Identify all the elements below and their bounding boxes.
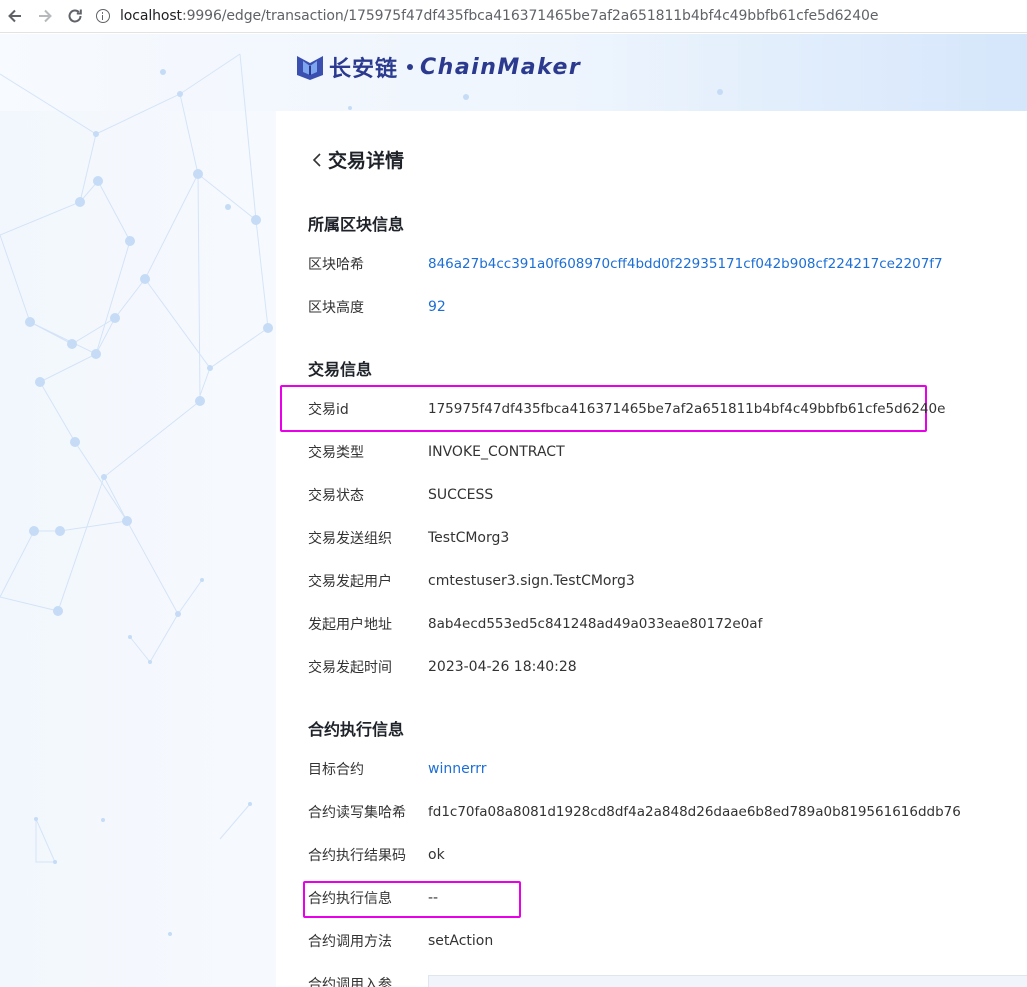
page-title: 交易详情 <box>328 150 405 172</box>
label-params: 合约调用入参 <box>308 977 392 987</box>
section-title-block: 所属区块信息 <box>308 215 405 234</box>
label-method: 合约调用方法 <box>308 934 392 950</box>
transaction-detail-card: 交易详情 所属区块信息 区块哈希 846a27b4cc391a0f608970c… <box>276 111 1027 987</box>
highlight-box-method <box>303 881 521 918</box>
row-tx-type: 交易类型 INVOKE_CONTRACT <box>308 442 565 462</box>
row-params: 合约调用入参 <box>308 974 428 987</box>
brand-name-cn: 长安链 <box>329 57 399 82</box>
row-tx-user: 交易发起用户 cmtestuser3.sign.TestCMorg3 <box>308 571 635 591</box>
link-target-contract[interactable]: winnerrr <box>428 761 486 777</box>
chainmaker-logo[interactable]: 长安链 ChainMaker <box>295 51 581 83</box>
link-block-height[interactable]: 92 <box>428 299 446 315</box>
section-title-contract: 合约执行信息 <box>308 720 405 739</box>
row-tx-status: 交易状态 SUCCESS <box>308 485 493 505</box>
brand-separator-dot <box>407 64 414 70</box>
value-tx-status: SUCCESS <box>428 487 494 503</box>
label-rwset-hash: 合约读写集哈希 <box>308 805 406 821</box>
label-user-address: 发起用户地址 <box>308 617 392 633</box>
value-tx-org: TestCMorg3 <box>428 530 510 546</box>
label-tx-user: 交易发起用户 <box>308 574 392 590</box>
chainmaker-logo-icon <box>297 56 323 80</box>
address-bar[interactable]: localhost:9996/edge/transaction/175975f4… <box>96 8 878 24</box>
label-result-code: 合约执行结果码 <box>308 848 406 864</box>
link-block-hash[interactable]: 846a27b4cc391a0f608970cff4bdd0f22935171c… <box>428 256 943 272</box>
row-tx-id: 交易id 175975f47df435fbca416371465be7af2a6… <box>308 399 945 419</box>
row-method: 合约调用方法 setAction <box>308 931 493 951</box>
value-tx-time: 2023-04-26 18:40:28 <box>428 659 577 675</box>
chevron-left-icon[interactable] <box>312 152 322 168</box>
value-user-address: 8ab4ecd553ed5c841248ad49a033eae80172e0af <box>428 616 763 632</box>
value-method: setAction <box>428 933 494 949</box>
value-rwset-hash: fd1c70fa08a8081d1928cd8df4a2a848d26daae6… <box>428 804 961 820</box>
row-result-code: 合约执行结果码 ok <box>308 845 445 865</box>
label-tx-org: 交易发送组织 <box>308 531 392 547</box>
label-tx-time: 交易发起时间 <box>308 660 392 676</box>
row-rwset-hash: 合约读写集哈希 fd1c70fa08a8081d1928cd8df4a2a848… <box>308 802 961 822</box>
label-tx-id: 交易id <box>308 402 349 418</box>
value-tx-type: INVOKE_CONTRACT <box>428 444 565 460</box>
params-box <box>428 975 1027 987</box>
page-background: 长安链 ChainMaker 交易详情 所属区块信息 区块哈希 846a27b4… <box>0 34 1027 987</box>
value-tx-id: 175975f47df435fbca416371465be7af2a651811… <box>428 401 946 417</box>
value-result-code: ok <box>428 847 445 863</box>
row-target-contract: 目标合约 winnerrr <box>308 759 486 779</box>
label-tx-type: 交易类型 <box>308 445 364 461</box>
page-title-row: 交易详情 <box>312 146 404 173</box>
value-tx-user: cmtestuser3.sign.TestCMorg3 <box>428 573 635 589</box>
label-block-height: 区块高度 <box>308 300 364 316</box>
row-block-height: 区块高度 92 <box>308 297 446 317</box>
label-tx-status: 交易状态 <box>308 488 364 504</box>
label-target-contract: 目标合约 <box>308 762 364 778</box>
row-user-address: 发起用户地址 8ab4ecd553ed5c841248ad49a033eae80… <box>308 614 762 634</box>
label-block-hash: 区块哈希 <box>308 257 364 273</box>
forward-arrow-icon[interactable] <box>30 1 60 31</box>
back-arrow-icon[interactable] <box>0 1 30 31</box>
row-tx-time: 交易发起时间 2023-04-26 18:40:28 <box>308 657 577 677</box>
reload-icon[interactable] <box>60 1 90 31</box>
section-title-transaction: 交易信息 <box>308 360 373 379</box>
brand-name-en: ChainMaker <box>420 54 582 80</box>
row-tx-org: 交易发送组织 TestCMorg3 <box>308 528 509 548</box>
url-text: localhost:9996/edge/transaction/175975f4… <box>120 8 879 24</box>
browser-toolbar: localhost:9996/edge/transaction/175975f4… <box>0 0 1027 33</box>
row-block-hash: 区块哈希 846a27b4cc391a0f608970cff4bdd0f2293… <box>308 254 943 274</box>
site-info-icon[interactable] <box>96 9 110 23</box>
